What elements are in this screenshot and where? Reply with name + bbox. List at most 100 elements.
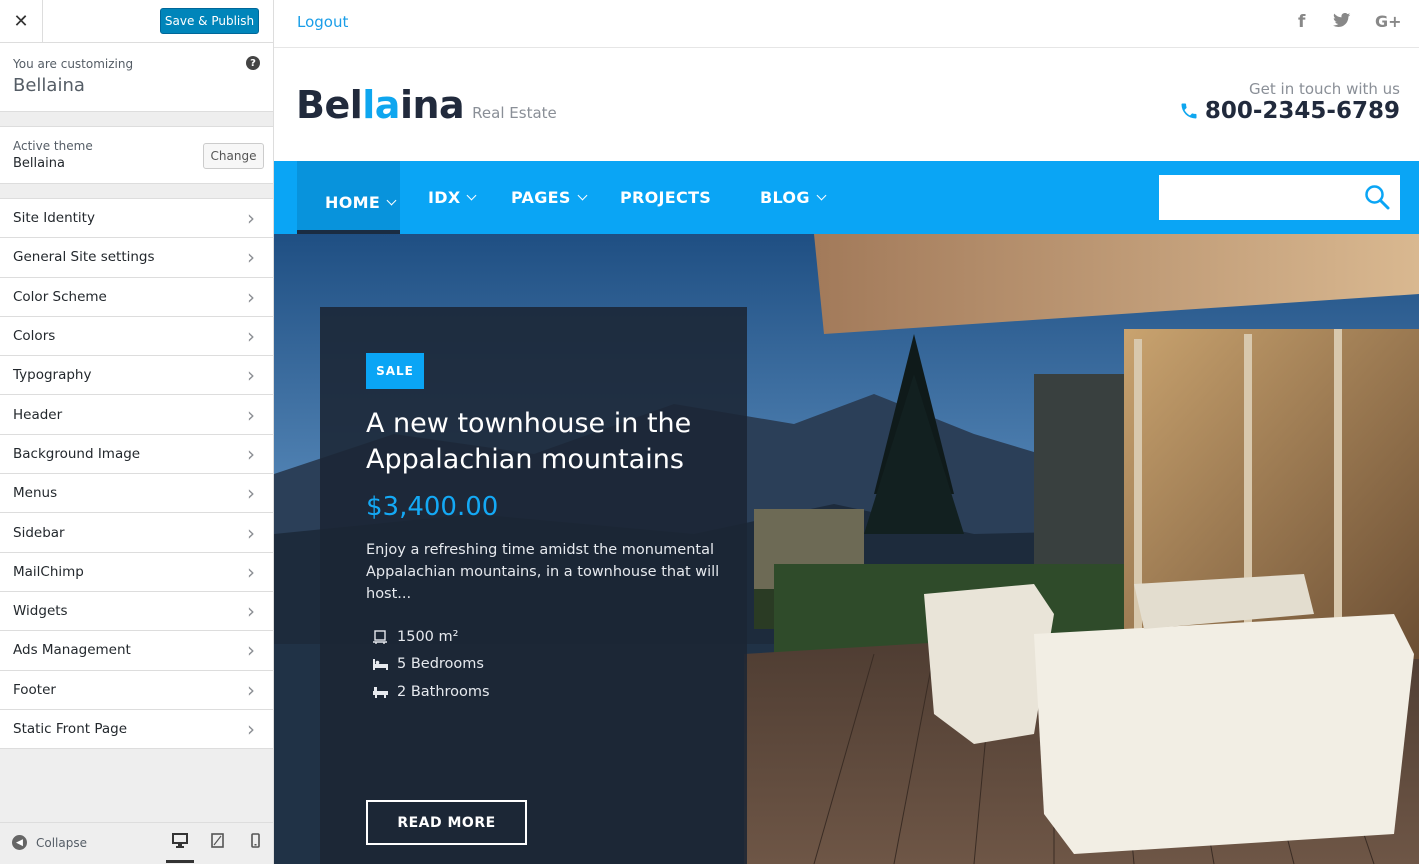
section-footer[interactable]: Footer › [0,671,273,710]
area-icon [373,630,388,644]
chevron-down-icon [386,195,397,206]
customizer-header: ✕ Save & Publish [0,0,273,43]
main-navigation: HOME IDX PAGES PROJECTS BLOG [274,161,1419,234]
section-typography[interactable]: Typography › [0,356,273,396]
help-icon[interactable]: ? [246,56,260,70]
sale-badge: SALE [366,353,424,389]
bed-icon [373,658,388,670]
customizing-label: You are customizing [13,57,134,71]
section-widgets[interactable]: Widgets › [0,592,273,632]
bath-icon [373,686,388,698]
chevron-right-icon: › [247,520,255,545]
feature-text: 5 Bedrooms [397,656,484,672]
close-icon[interactable]: ✕ [0,0,43,43]
section-label: MailChimp [13,563,84,580]
nav-item-idx[interactable]: IDX [428,188,477,207]
contact-label: Get in touch with us [1249,80,1400,98]
site-name: Bellaina [13,75,85,96]
section-menus[interactable]: Menus › [0,474,273,514]
section-label: Typography [13,367,92,384]
nav-label: BLOG [760,188,810,207]
facebook-icon[interactable]: f [1298,12,1305,32]
property-price: $3,400.00 [366,492,499,522]
customizer-sections: Site Identity › General Site settings › Co… [0,198,273,750]
section-label: Sidebar [13,524,65,541]
nav-label: PROJECTS [620,188,712,207]
section-label: Colors [13,328,56,345]
chevron-right-icon: › [247,638,255,663]
section-label: Static Front Page [13,721,128,737]
chevron-right-icon: › [247,363,255,388]
mobile-icon [250,833,260,848]
desktop-preview-button[interactable] [166,833,194,863]
mobile-preview-button[interactable] [241,833,269,863]
logo-text-part: ina [399,83,465,127]
customizer-footer: ◀ Collapse [0,822,273,864]
hero-slider: SALE A new townhouse in the Appalachian … [274,234,1419,864]
logo-tagline: Real Estate [472,104,557,122]
section-colors[interactable]: Colors › [0,317,273,357]
tablet-preview-button[interactable] [203,833,231,863]
property-description: Enjoy a refreshing time amidst the monum… [366,542,720,602]
chevron-right-icon: › [247,559,255,584]
section-header[interactable]: Header › [0,395,273,435]
chevron-right-icon: › [247,677,255,702]
search-box [1159,175,1400,220]
read-more-button[interactable]: READ MORE [366,800,527,845]
nav-item-pages[interactable]: PAGES [511,188,588,207]
section-label: Color Scheme [13,288,107,305]
chevron-right-icon: › [247,481,255,506]
search-icon[interactable] [1364,184,1390,210]
collapse-button[interactable]: ◀ Collapse [12,835,87,850]
chevron-right-icon: › [247,245,255,270]
search-input[interactable] [1159,175,1349,220]
logo-text: Bellaina [296,83,465,127]
section-label: Footer [13,681,56,698]
logo-text-highlight: la [362,83,400,127]
section-general-site-settings[interactable]: General Site settings › [0,238,273,278]
section-label: Site Identity [13,210,95,227]
change-theme-button[interactable]: Change [203,143,264,169]
section-color-scheme[interactable]: Color Scheme › [0,278,273,317]
feature-text: 1500 m² [397,629,459,645]
feature-bathrooms: 2 Bathrooms [373,684,490,700]
nav-label: HOME [325,193,381,212]
google-plus-icon[interactable]: G+ [1375,12,1402,31]
chevron-down-icon [577,190,588,201]
top-bar: Logout f G+ [274,0,1419,48]
logo-text-part: Bel [296,83,363,127]
collapse-label: Collapse [36,835,87,850]
section-label: Menus [13,485,58,502]
section-mailchimp[interactable]: MailChimp › [0,553,273,592]
section-site-identity[interactable]: Site Identity › [0,199,273,239]
nav-item-blog[interactable]: BLOG [760,188,827,207]
feature-area: 1500 m² [373,629,458,645]
section-background-image[interactable]: Background Image › [0,435,273,475]
save-publish-button[interactable]: Save & Publish [160,8,259,34]
property-title[interactable]: A new townhouse in the Appalachian mount… [366,406,726,478]
logout-link[interactable]: Logout [297,13,348,31]
phone-contact[interactable]: 800-2345-6789 [1179,98,1400,124]
phone-icon [1181,103,1197,119]
customizer-sidebar: ✕ Save & Publish You are customizing Bel… [0,0,274,864]
chevron-down-icon [816,190,827,201]
section-label: Ads Management [13,642,131,659]
section-label: General Site settings [13,249,155,266]
section-sidebar[interactable]: Sidebar › [0,513,273,553]
nav-label: PAGES [511,188,571,207]
nav-item-home[interactable]: HOME [325,193,397,212]
desktop-icon [172,833,188,848]
chevron-right-icon: › [247,441,255,466]
nav-label: IDX [428,188,461,207]
site-preview: Logout f G+ Bellaina Real Estate Get in … [274,0,1419,864]
tablet-icon [210,833,224,848]
site-logo[interactable]: Bellaina Real Estate [296,83,557,127]
chevron-right-icon: › [247,284,255,309]
twitter-icon[interactable] [1333,13,1351,33]
customizer-info: You are customizing Bellaina ? [0,43,273,112]
nav-item-projects[interactable]: PROJECTS [620,188,711,207]
active-theme-panel: Active theme Bellaina Change [0,126,273,184]
section-static-front-page[interactable]: Static Front Page › [0,710,273,750]
section-ads-management[interactable]: Ads Management › [0,631,273,671]
section-label: Header [13,406,63,423]
